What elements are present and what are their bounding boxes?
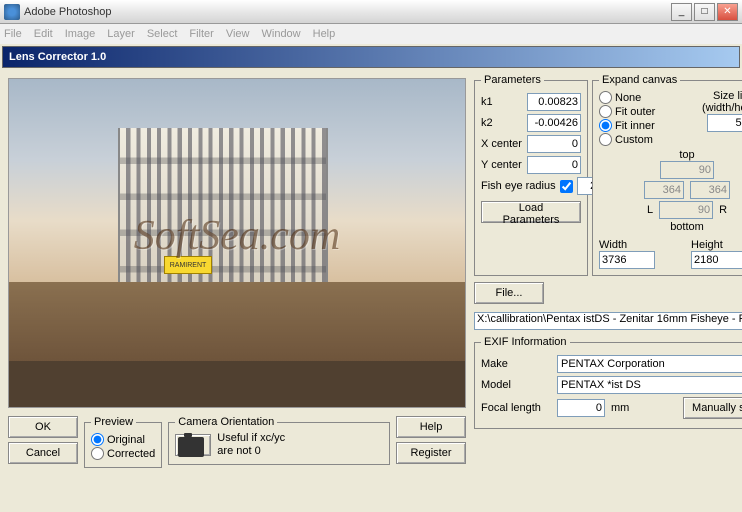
register-button[interactable]: Register bbox=[396, 442, 466, 464]
cancel-button[interactable]: Cancel bbox=[8, 442, 78, 464]
menu-view[interactable]: View bbox=[226, 28, 250, 40]
close-button[interactable]: ✕ bbox=[717, 3, 738, 21]
xcenter-label: X center bbox=[481, 138, 522, 150]
menu-layer[interactable]: Layer bbox=[107, 28, 135, 40]
r-label: R bbox=[719, 204, 727, 216]
width-label: Width bbox=[599, 239, 683, 251]
exif-focal-label: Focal length bbox=[481, 402, 551, 414]
right-input bbox=[690, 181, 730, 199]
camera-orientation-button[interactable] bbox=[175, 434, 211, 456]
height-label: Height bbox=[691, 239, 742, 251]
preview-group: Preview Original Corrected bbox=[84, 416, 162, 468]
parameters-legend: Parameters bbox=[481, 74, 544, 86]
expand-fitinner-label: Fit inner bbox=[615, 120, 655, 132]
mid-input bbox=[659, 201, 713, 219]
exif-make-label: Make bbox=[481, 358, 551, 370]
expand-custom-radio[interactable] bbox=[599, 133, 612, 146]
mm-label: mm bbox=[611, 402, 629, 414]
load-parameters-button[interactable]: Load Parameters bbox=[481, 201, 581, 223]
size-limit-label: Size limit (width/height) bbox=[695, 90, 742, 114]
preview-image: RAMIRENT SoftSea.com bbox=[8, 78, 466, 408]
menu-select[interactable]: Select bbox=[147, 28, 178, 40]
expand-none-radio[interactable] bbox=[599, 91, 612, 104]
sign-text: RAMIRENT bbox=[164, 256, 212, 274]
menu-file[interactable]: File bbox=[4, 28, 22, 40]
help-button[interactable]: Help bbox=[396, 416, 466, 438]
window-titlebar: Adobe Photoshop _ □ ✕ bbox=[0, 0, 742, 24]
left-input bbox=[644, 181, 684, 199]
app-icon bbox=[4, 4, 20, 20]
k2-input[interactable] bbox=[527, 114, 581, 132]
window-title: Adobe Photoshop bbox=[24, 6, 671, 18]
size-limit-input[interactable] bbox=[707, 114, 742, 132]
k2-label: k2 bbox=[481, 117, 493, 129]
expand-legend: Expand canvas bbox=[599, 74, 680, 86]
path-display[interactable]: X:\callibration\Pentax istDS - Zenitar 1… bbox=[474, 312, 742, 330]
exif-focal-input[interactable] bbox=[557, 399, 605, 417]
menu-edit[interactable]: Edit bbox=[34, 28, 53, 40]
expand-fitouter-label: Fit outer bbox=[615, 106, 655, 118]
menubar: File Edit Image Layer Select Filter View… bbox=[0, 24, 742, 44]
menu-image[interactable]: Image bbox=[65, 28, 96, 40]
maximize-button[interactable]: □ bbox=[694, 3, 715, 21]
preview-original-label: Original bbox=[107, 434, 145, 446]
bottom-label: bottom bbox=[599, 221, 742, 233]
expand-fitouter-radio[interactable] bbox=[599, 105, 612, 118]
fisheye-label: Fish eye radius bbox=[481, 180, 556, 192]
exif-make-input[interactable] bbox=[557, 355, 742, 373]
ok-button[interactable]: OK bbox=[8, 416, 78, 438]
expand-none-label: None bbox=[615, 92, 641, 104]
camera-legend: Camera Orientation bbox=[175, 416, 277, 428]
menu-help[interactable]: Help bbox=[313, 28, 336, 40]
preview-corrected-radio[interactable] bbox=[91, 447, 104, 460]
manually-set-button[interactable]: Manually set fo bbox=[683, 397, 742, 419]
top-label: top bbox=[599, 149, 742, 161]
exif-legend: EXIF Information bbox=[481, 336, 570, 348]
dialog-title: Lens Corrector 1.0 bbox=[2, 46, 740, 68]
camera-orientation-group: Camera Orientation Useful if xc/yc are n… bbox=[168, 416, 390, 465]
ycenter-label: Y center bbox=[481, 159, 522, 171]
expand-canvas-group: Expand canvas None Fit outer Fit inner C… bbox=[592, 74, 742, 276]
exif-model-label: Model bbox=[481, 379, 551, 391]
menu-filter[interactable]: Filter bbox=[189, 28, 213, 40]
l-label: L bbox=[647, 204, 653, 216]
preview-corrected-label: Corrected bbox=[107, 448, 155, 460]
camera-hint: Useful if xc/yc are not 0 bbox=[217, 432, 285, 458]
fisheye-checkbox[interactable] bbox=[560, 180, 573, 193]
k1-label: k1 bbox=[481, 96, 493, 108]
parameters-group: Parameters k1 k2 X center Y center bbox=[474, 74, 588, 276]
expand-fitinner-radio[interactable] bbox=[599, 119, 612, 132]
menu-window[interactable]: Window bbox=[262, 28, 301, 40]
height-input[interactable] bbox=[691, 251, 742, 269]
exif-group: EXIF Information Make Model Focal length… bbox=[474, 336, 742, 429]
top-input bbox=[660, 161, 714, 179]
expand-custom-label: Custom bbox=[615, 134, 653, 146]
k1-input[interactable] bbox=[527, 93, 581, 111]
preview-original-radio[interactable] bbox=[91, 433, 104, 446]
minimize-button[interactable]: _ bbox=[671, 3, 692, 21]
xcenter-input[interactable] bbox=[527, 135, 581, 153]
exif-model-input[interactable] bbox=[557, 376, 742, 394]
preview-legend: Preview bbox=[91, 416, 136, 428]
ycenter-input[interactable] bbox=[527, 156, 581, 174]
camera-icon bbox=[178, 437, 204, 457]
file-button[interactable]: File... bbox=[474, 282, 544, 304]
width-input[interactable] bbox=[599, 251, 655, 269]
